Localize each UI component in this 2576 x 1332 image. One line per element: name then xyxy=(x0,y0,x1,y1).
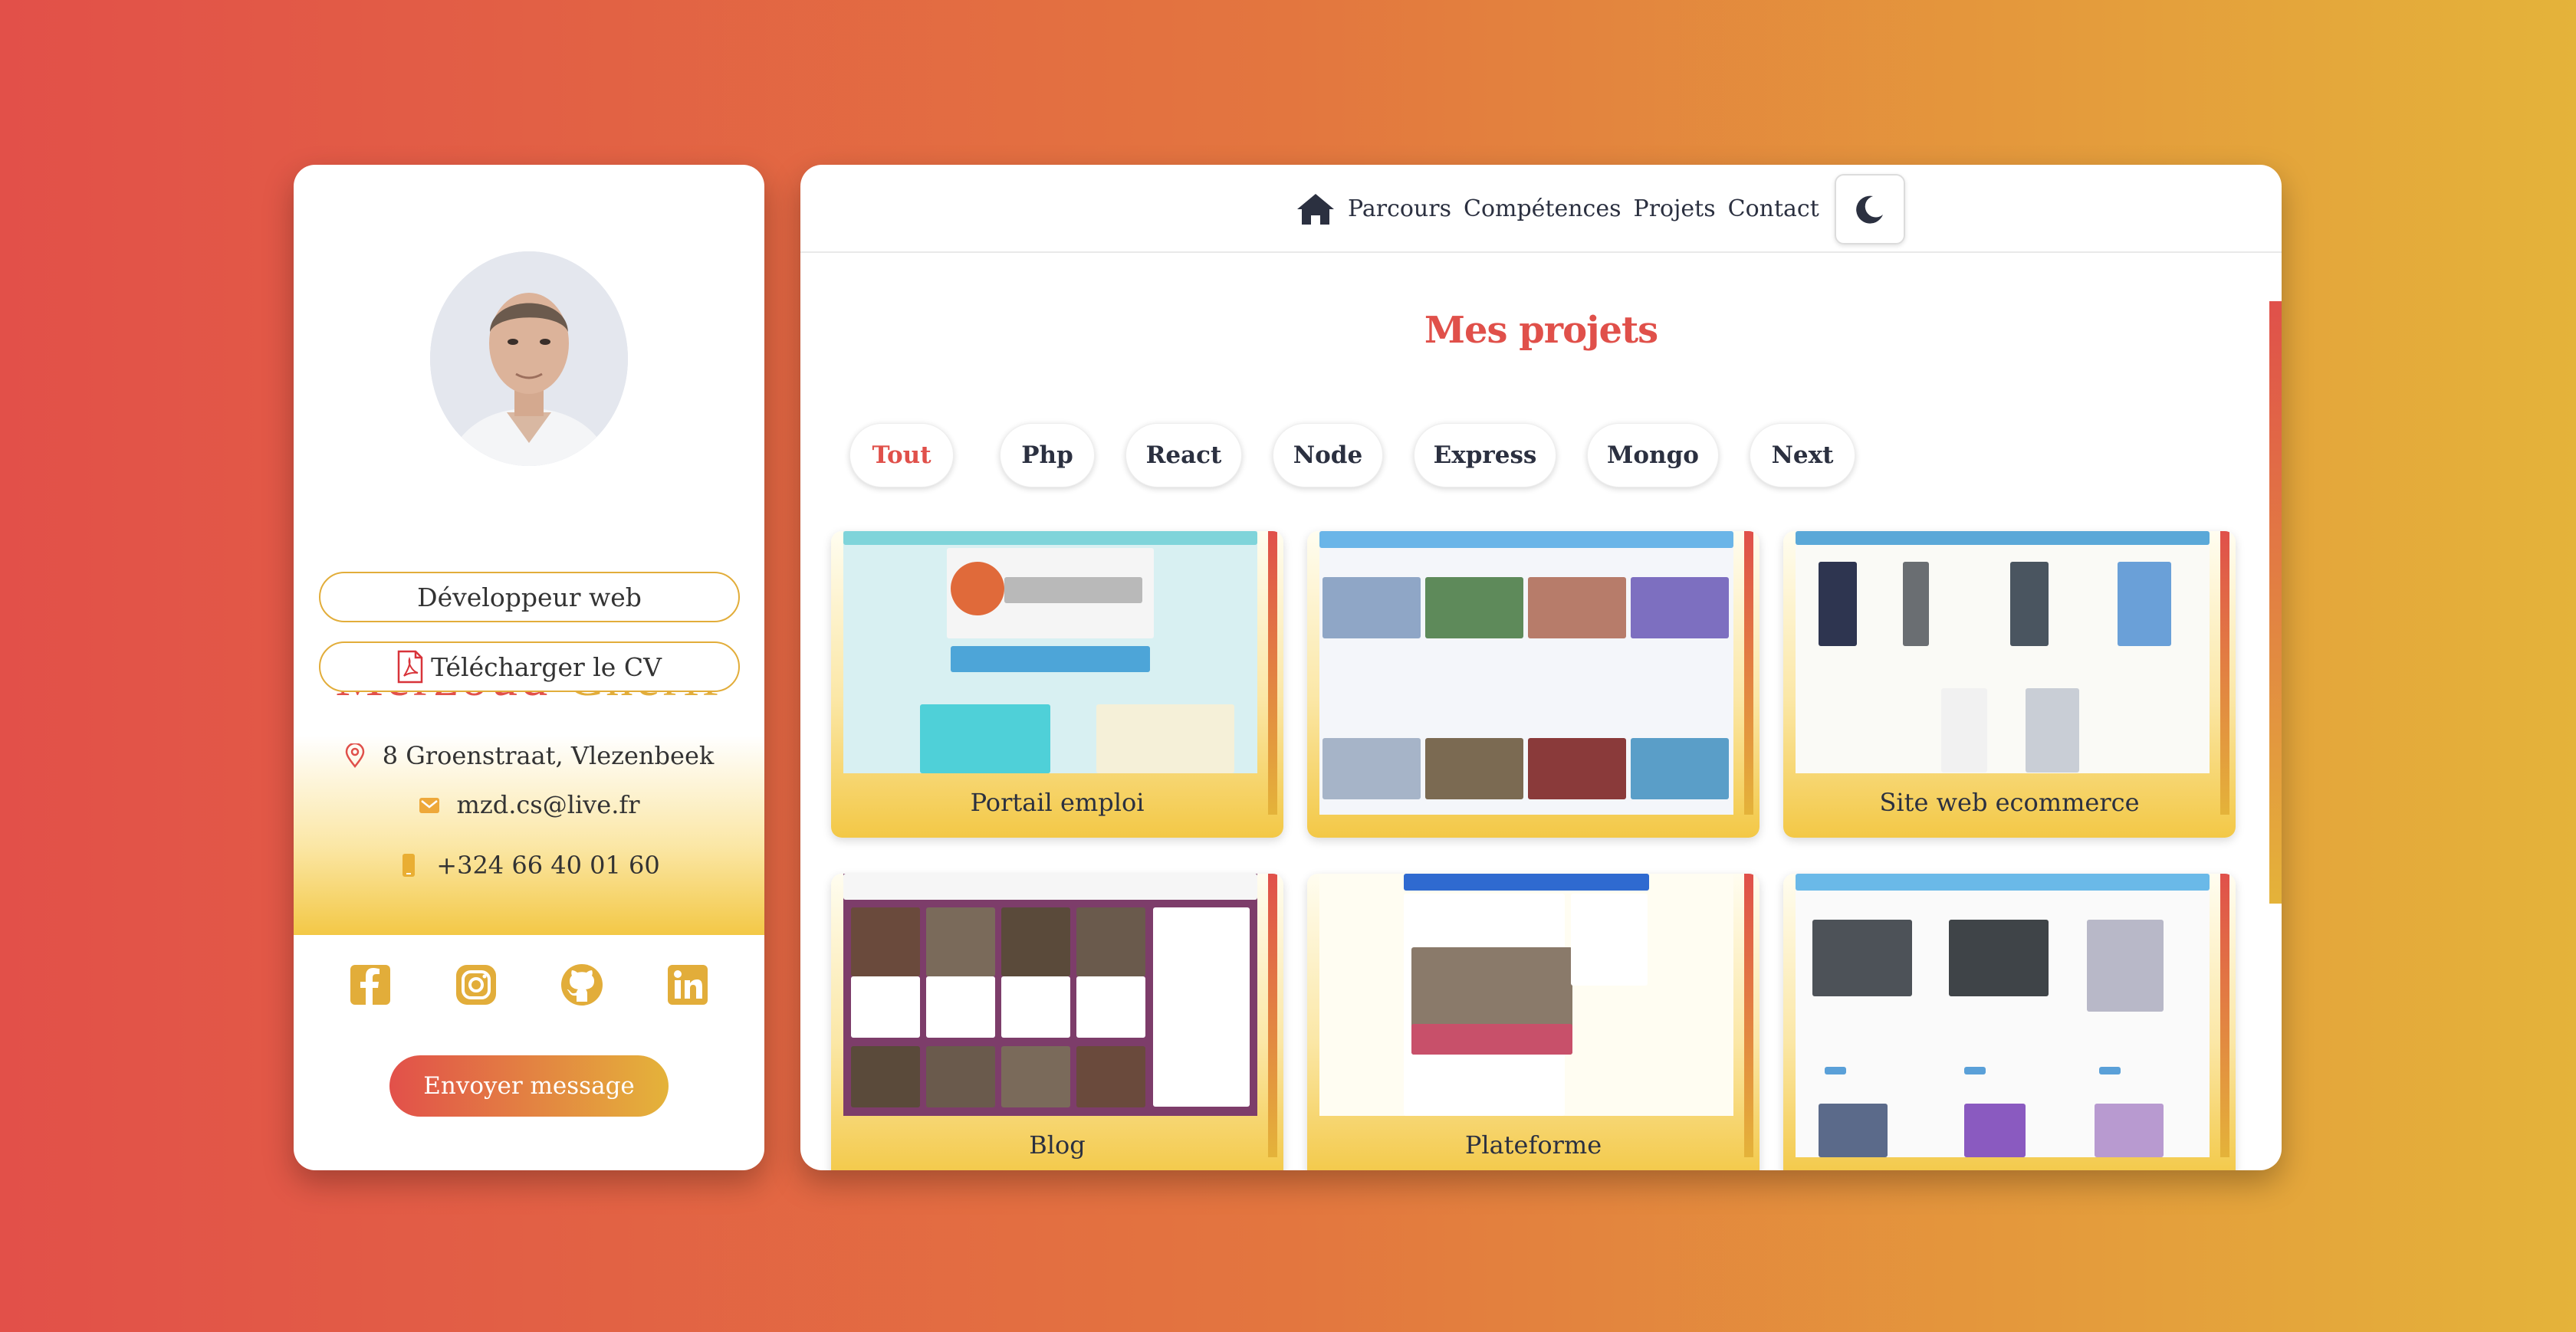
project-card-portail-emploi[interactable]: Portail emploi xyxy=(831,531,1283,838)
download-cv-label: Télécharger le CV xyxy=(431,651,662,682)
project-card-blog[interactable]: Blog xyxy=(831,874,1283,1170)
phone-icon xyxy=(402,854,416,877)
role-badge: Développeur web xyxy=(319,572,740,622)
profile-card: Merzoud Cherif Développeur web Télécharg… xyxy=(294,165,764,1170)
scrollbar[interactable] xyxy=(2269,301,2282,904)
nav-parcours[interactable]: Parcours xyxy=(1348,195,1451,222)
map-pin-icon xyxy=(345,743,364,768)
filter-tout[interactable]: Tout xyxy=(849,423,954,487)
card-accent xyxy=(1268,531,1277,815)
card-accent xyxy=(1744,531,1753,815)
envelope-icon xyxy=(419,798,439,813)
github-icon[interactable] xyxy=(560,963,603,1006)
send-message-button[interactable]: Envoyer message xyxy=(389,1055,669,1117)
project-card-ecommerce[interactable]: Site web ecommerce xyxy=(1783,531,2236,838)
moon-icon xyxy=(1855,195,1883,224)
filter-express[interactable]: Express xyxy=(1414,423,1556,487)
instagram-icon[interactable] xyxy=(455,963,498,1006)
project-screenshot xyxy=(1319,874,1733,1116)
project-screenshot xyxy=(843,874,1257,1116)
card-accent xyxy=(1268,874,1277,1157)
card-title: Portail emploi xyxy=(970,788,1145,817)
card-title: Plateforme xyxy=(1464,1130,1602,1160)
card-title: Blog xyxy=(1029,1130,1086,1160)
nav-contact[interactable]: Contact xyxy=(1728,195,1819,222)
home-icon[interactable] xyxy=(1296,192,1336,226)
send-message-label: Envoyer message xyxy=(423,1072,635,1100)
address-row: 8 Groenstraat, Vlezenbeek xyxy=(294,741,764,770)
filter-node[interactable]: Node xyxy=(1273,423,1383,487)
avatar xyxy=(430,251,628,466)
projects-panel: Parcours Compétences Projets Contact Mes… xyxy=(800,165,2282,1170)
project-card-news[interactable] xyxy=(1307,531,1760,838)
project-screenshot xyxy=(1796,874,2210,1157)
download-cv-button[interactable]: Télécharger le CV xyxy=(319,641,740,692)
facebook-icon[interactable] xyxy=(349,963,392,1006)
project-card-plateforme[interactable]: Plateforme xyxy=(1307,874,1760,1170)
card-accent xyxy=(2220,874,2229,1157)
phone-row: +324 66 40 01 60 xyxy=(294,851,764,880)
dark-mode-toggle[interactable] xyxy=(1834,173,1905,244)
card-title: Site web ecommerce xyxy=(1879,788,2140,817)
address-text: 8 Groenstraat, Vlezenbeek xyxy=(382,741,715,770)
filter-next[interactable]: Next xyxy=(1750,423,1855,487)
role-label: Développeur web xyxy=(417,582,642,612)
top-nav: Parcours Compétences Projets Contact xyxy=(800,165,2282,253)
phone-text: +324 66 40 01 60 xyxy=(436,851,660,880)
card-accent xyxy=(2220,531,2229,815)
nav-competences[interactable]: Compétences xyxy=(1464,195,1622,222)
nav-projets[interactable]: Projets xyxy=(1634,195,1716,222)
filter-php[interactable]: Php xyxy=(1000,423,1095,487)
section-title: Mes projets xyxy=(1424,309,1658,352)
project-card-ecommerce-2[interactable] xyxy=(1783,874,2236,1170)
project-screenshot xyxy=(843,531,1257,773)
filter-mongo[interactable]: Mongo xyxy=(1587,423,1719,487)
project-screenshot xyxy=(1796,531,2210,773)
social-links xyxy=(294,963,764,1017)
card-accent xyxy=(1744,874,1753,1157)
email-row: mzd.cs@live.fr xyxy=(294,790,764,819)
filter-react[interactable]: React xyxy=(1125,423,1242,487)
project-screenshot xyxy=(1319,531,1733,815)
filter-bar: Tout Php React Node Express Mongo Next xyxy=(849,423,1855,487)
pdf-icon xyxy=(397,650,423,684)
linkedin-icon[interactable] xyxy=(666,963,709,1006)
email-text[interactable]: mzd.cs@live.fr xyxy=(457,790,640,819)
